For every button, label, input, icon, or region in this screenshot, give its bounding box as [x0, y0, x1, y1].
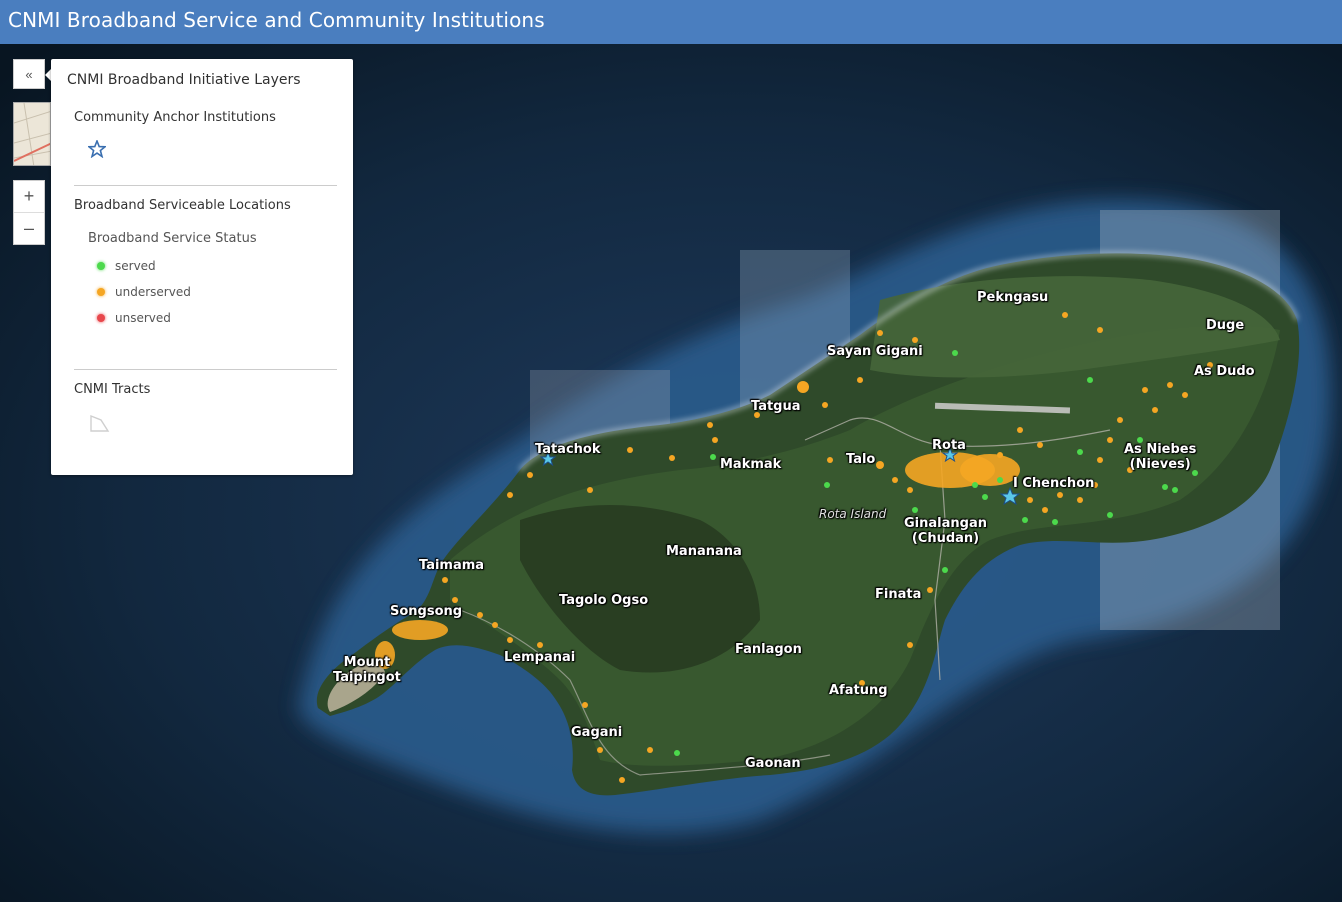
zoom-control: + – [13, 180, 45, 245]
app-header: CNMI Broadband Service and Community Ins… [0, 0, 1342, 44]
place-label: Mananana [666, 544, 742, 559]
place-label: Ginalangan (Chudan) [904, 516, 987, 546]
layer-title-anchor-institutions: Community Anchor Institutions [74, 110, 276, 125]
place-label: Fanlagon [735, 642, 802, 657]
collapse-panel-button[interactable]: « [13, 59, 45, 89]
place-label: Mount Taipingot [333, 655, 401, 685]
place-label: Gagani [571, 725, 623, 740]
unserved-dot-icon [97, 314, 105, 322]
divider [74, 369, 337, 370]
served-dot-icon [97, 262, 105, 270]
place-label: Sayan Gigani [827, 344, 923, 359]
zoom-out-button[interactable]: – [14, 212, 44, 244]
legend-panel: CNMI Broadband Initiative Layers Communi… [51, 59, 353, 475]
double-chevron-left-icon: « [25, 66, 33, 82]
place-label: Duge [1206, 318, 1245, 333]
star-icon [88, 140, 106, 158]
layer-title-tracts: CNMI Tracts [74, 382, 151, 397]
basemap-toggle[interactable] [13, 102, 51, 166]
legend-title: CNMI Broadband Initiative Layers [67, 72, 301, 88]
place-label: Rota [932, 438, 966, 453]
zoom-in-button[interactable]: + [14, 181, 44, 212]
place-label: I Chenchon [1013, 476, 1095, 491]
place-label: As Niebes (Nieves) [1124, 442, 1197, 472]
legend-item-label: served [115, 259, 156, 273]
polygon-outline-icon [90, 414, 110, 432]
place-label: Makmak [720, 457, 782, 472]
place-label: As Dudo [1194, 364, 1255, 379]
place-label: Taimama [419, 558, 485, 573]
layer-title-serviceable-locations: Broadband Serviceable Locations [74, 198, 291, 213]
legend-item-label: unserved [115, 311, 171, 325]
place-label: Tatgua [751, 399, 801, 414]
place-label: Afatung [829, 683, 888, 698]
place-label: Gaonan [745, 756, 801, 771]
legend-item-underserved: underserved [97, 285, 191, 299]
place-label: Pekngasu [977, 290, 1049, 305]
legend-item-served: served [97, 259, 156, 273]
underserved-dot-icon [97, 288, 105, 296]
place-label: Tatachok [535, 442, 601, 457]
legend-field-label: Broadband Service Status [88, 231, 257, 246]
place-label: Talo [846, 452, 876, 467]
app-title: CNMI Broadband Service and Community Ins… [8, 8, 545, 32]
legend-item-unserved: unserved [97, 311, 171, 325]
place-label: Tagolo Ogso [559, 593, 649, 608]
place-label: Finata [875, 587, 922, 602]
place-label: Lempanai [504, 650, 576, 665]
divider [74, 185, 337, 186]
legend-item-label: underserved [115, 285, 191, 299]
place-label: Songsong [390, 604, 463, 619]
island-label: Rota Island [819, 507, 887, 521]
basemap-thumbnail-icon [14, 103, 50, 165]
